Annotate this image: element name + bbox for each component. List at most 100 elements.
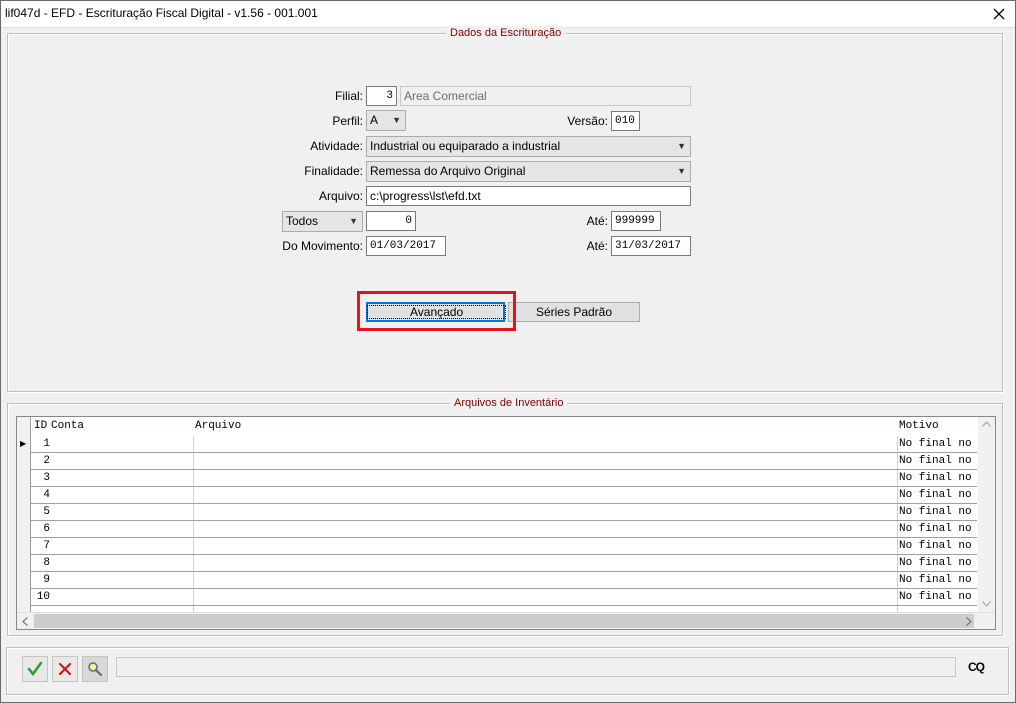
filtro-select[interactable]: Todos ▼ — [282, 211, 363, 232]
cell-id[interactable]: 9 — [34, 572, 50, 589]
filtro-ate-field[interactable]: 999999 — [611, 211, 661, 231]
cell-motivo[interactable]: No final no — [899, 521, 977, 538]
table-row[interactable]: 7 No final no — [17, 538, 977, 555]
table-row[interactable]: 9 No final no — [17, 572, 977, 589]
cell-arquivo[interactable] — [195, 589, 895, 606]
cell-id[interactable]: 10 — [34, 589, 50, 606]
confirm-button[interactable] — [22, 656, 48, 682]
cell-id[interactable]: 2 — [34, 453, 50, 470]
scroll-thumb[interactable] — [34, 614, 974, 628]
cell-arquivo[interactable] — [195, 555, 895, 572]
table-row[interactable]: 6 No final no — [17, 521, 977, 538]
table-row[interactable]: 10 No final no — [17, 589, 977, 606]
cell-motivo[interactable]: No final no — [899, 504, 977, 521]
cell-id[interactable]: 1 — [34, 436, 50, 453]
series-padrao-button[interactable]: Séries Padrão — [508, 302, 640, 322]
filial-label: Filial: — [334, 89, 363, 103]
cell-arquivo[interactable] — [195, 453, 895, 470]
finalidade-select[interactable]: Remessa do Arquivo Original ▼ — [366, 161, 691, 182]
arquivo-field[interactable]: c:\progress\lst\efd.txt — [366, 186, 691, 206]
header-conta: Conta — [51, 420, 85, 432]
cell-arquivo[interactable] — [195, 538, 895, 555]
filial-name-field: Area Comercial — [400, 86, 691, 106]
cell-motivo[interactable]: No final no — [899, 589, 977, 606]
title-bar: lif047d - EFD - Escrituração Fiscal Digi… — [0, 0, 1016, 28]
cell-conta[interactable] — [51, 521, 191, 538]
cell-arquivo[interactable] — [195, 470, 895, 487]
arquivos-inventario-legend: Arquivos de Inventário — [450, 396, 568, 410]
cell-motivo[interactable]: No final no — [899, 538, 977, 555]
chevron-right-icon[interactable] — [966, 617, 972, 626]
movimento-ate-label: Até: — [586, 239, 608, 253]
filial-code-field[interactable]: 3 — [366, 86, 397, 106]
chevron-down-icon[interactable] — [982, 601, 991, 607]
cell-conta[interactable] — [51, 504, 191, 521]
cell-arquivo[interactable] — [195, 521, 895, 538]
window-title: lif047d - EFD - Escrituração Fiscal Digi… — [5, 6, 318, 20]
atividade-select[interactable]: Industrial ou equiparado a industrial ▼ — [366, 136, 691, 157]
horizontal-scrollbar[interactable] — [17, 612, 995, 629]
cell-conta[interactable] — [51, 555, 191, 572]
cancel-button[interactable] — [52, 656, 78, 682]
finalidade-value: Remessa do Arquivo Original — [370, 164, 526, 178]
x-icon — [58, 662, 72, 676]
cell-motivo[interactable]: No final no — [899, 487, 977, 504]
movimento-de-field[interactable]: 01/03/2017 — [366, 236, 446, 256]
atividade-label: Atividade: — [310, 139, 363, 153]
cell-arquivo[interactable] — [195, 572, 895, 589]
chevron-up-icon[interactable] — [982, 421, 991, 427]
filtro-de-field[interactable]: 0 — [366, 211, 416, 231]
grid-header: ID Conta Arquivo Motivo — [17, 417, 977, 435]
table-row[interactable]: 3 No final no — [17, 470, 977, 487]
perfil-select[interactable]: A ▼ — [366, 110, 406, 131]
cell-conta[interactable] — [51, 453, 191, 470]
table-row[interactable]: 2 No final no — [17, 453, 977, 470]
inventario-grid[interactable]: ID Conta Arquivo Motivo 1 No final no 2 No … — [16, 416, 996, 630]
cell-id[interactable]: 7 — [34, 538, 50, 555]
cell-conta[interactable] — [51, 572, 191, 589]
cell-id[interactable]: 8 — [34, 555, 50, 572]
cell-id[interactable]: 5 — [34, 504, 50, 521]
header-arquivo: Arquivo — [195, 420, 242, 432]
checkmark-icon — [27, 661, 43, 677]
cell-conta[interactable] — [51, 589, 191, 606]
cell-arquivo[interactable] — [195, 436, 895, 453]
highlight-annotation — [357, 291, 516, 331]
cell-motivo[interactable]: No final no — [899, 470, 977, 487]
search-button[interactable] — [82, 656, 108, 682]
cell-conta[interactable] — [51, 436, 191, 453]
arquivo-label: Arquivo: — [318, 189, 363, 203]
cell-conta[interactable] — [51, 538, 191, 555]
filtro-value: Todos — [286, 214, 319, 228]
table-row[interactable]: 5 No final no — [17, 504, 977, 521]
cell-arquivo[interactable] — [195, 487, 895, 504]
chevron-down-icon: ▼ — [349, 216, 358, 226]
vertical-scrollbar[interactable] — [978, 417, 995, 613]
magnifier-icon — [88, 662, 103, 677]
versao-field[interactable]: 010 — [611, 111, 640, 131]
cell-motivo[interactable]: No final no — [899, 572, 977, 589]
cell-id[interactable]: 3 — [34, 470, 50, 487]
close-icon — [993, 8, 1005, 20]
cell-conta[interactable] — [51, 470, 191, 487]
cell-id[interactable]: 6 — [34, 521, 50, 538]
cell-id[interactable]: 4 — [34, 487, 50, 504]
cell-motivo[interactable]: No final no — [899, 436, 977, 453]
cell-arquivo[interactable] — [195, 504, 895, 521]
cell-motivo[interactable]: No final no — [899, 453, 977, 470]
perfil-label: Perfil: — [332, 114, 363, 128]
chevron-left-icon[interactable] — [22, 617, 28, 626]
table-row[interactable]: 1 No final no — [17, 436, 977, 453]
chevron-down-icon: ▼ — [392, 115, 401, 125]
atividade-value: Industrial ou equiparado a industrial — [370, 139, 561, 153]
cell-conta[interactable] — [51, 487, 191, 504]
table-row[interactable]: 8 No final no — [17, 555, 977, 572]
finalidade-label: Finalidade: — [304, 164, 363, 178]
close-button[interactable] — [982, 0, 1016, 28]
current-row-arrow-icon: ▶ — [20, 439, 27, 448]
table-row[interactable]: 4 No final no — [17, 487, 977, 504]
cell-motivo[interactable]: No final no — [899, 555, 977, 572]
brand-logo: CQ — [968, 660, 985, 674]
filtro-ate-label: Até: — [586, 214, 608, 228]
movimento-ate-field[interactable]: 31/03/2017 — [611, 236, 691, 256]
